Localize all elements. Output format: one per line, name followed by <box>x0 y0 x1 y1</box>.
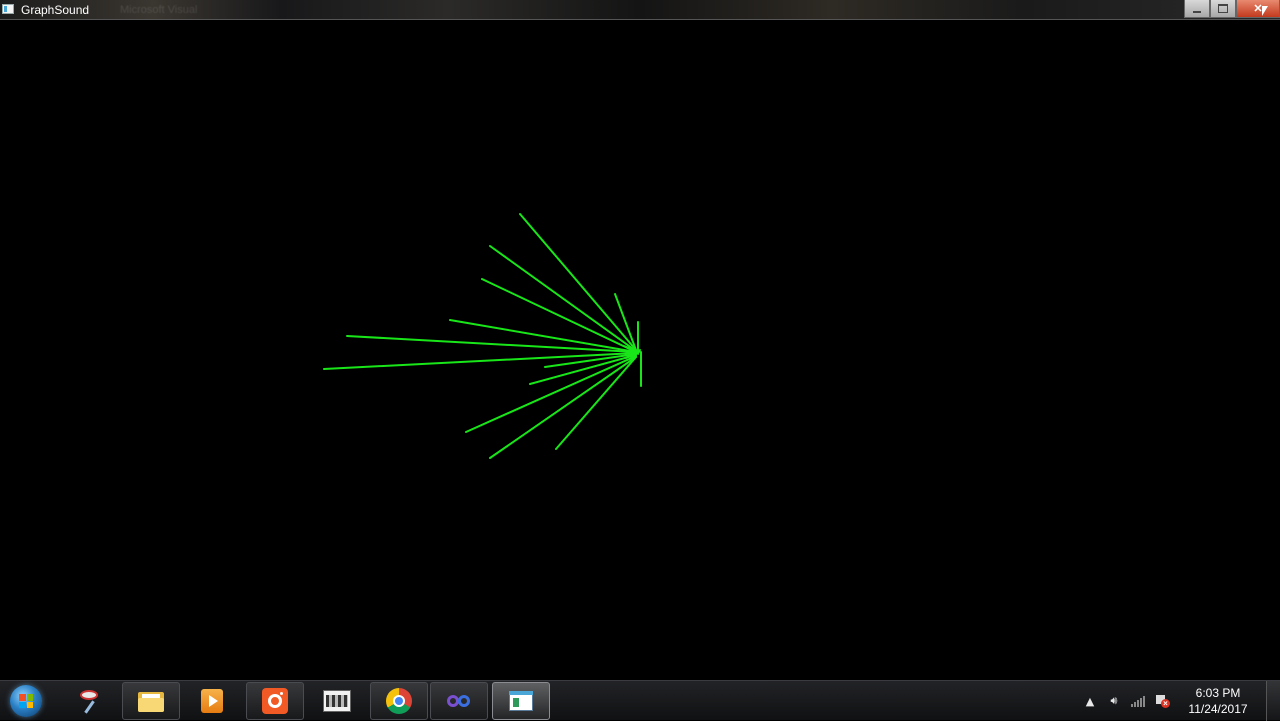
minimize-button[interactable] <box>1184 0 1210 18</box>
chrome-icon <box>384 686 414 716</box>
taskbar-item-file-explorer[interactable] <box>122 682 180 720</box>
sound-source-point <box>632 349 638 355</box>
clock-time: 6:03 PM <box>1195 686 1241 700</box>
maximize-button[interactable] <box>1210 0 1236 18</box>
background-window-title: Microsoft Visual <box>120 4 198 16</box>
taskbar: ▲ 🔊︎ × 6:03 PM 11/24/2017 <box>0 680 1280 721</box>
network-signal-icon[interactable] <box>1126 695 1150 707</box>
record-icon <box>260 686 290 716</box>
show-desktop-button[interactable] <box>1266 681 1280 721</box>
sound-ray <box>481 278 637 353</box>
sound-ray <box>614 293 637 351</box>
sound-ray <box>489 356 637 459</box>
action-center-flag-icon[interactable]: × <box>1150 693 1174 709</box>
title-bar[interactable]: GraphSound Microsoft Visual ✕ <box>0 0 1280 20</box>
minimize-icon <box>1193 10 1201 13</box>
media-player-icon <box>197 686 227 716</box>
sound-rays <box>323 213 642 459</box>
taskbar-item-snipping-tool[interactable] <box>60 682 118 720</box>
app-window-icon <box>506 686 536 716</box>
window-title: GraphSound <box>21 3 90 17</box>
taskbar-item-visual-studio[interactable] <box>430 682 488 720</box>
scissors-icon <box>74 686 104 716</box>
clock-date: 11/24/2017 <box>1188 702 1248 716</box>
close-button[interactable]: ✕ <box>1236 0 1280 18</box>
start-button[interactable] <box>6 681 46 721</box>
mouse-cursor-icon <box>1262 6 1268 16</box>
sound-ray <box>465 355 637 433</box>
folder-icon <box>136 686 166 716</box>
volume-icon[interactable]: 🔊︎ <box>1102 694 1126 708</box>
taskbar-item-chrome[interactable] <box>370 682 428 720</box>
visual-studio-icon <box>444 686 474 716</box>
taskbar-item-screen-recorder[interactable] <box>246 682 304 720</box>
sound-ray <box>519 213 637 351</box>
graphsound-window: GraphSound Microsoft Visual ✕ <box>0 0 1280 680</box>
windows-orb-icon <box>10 685 42 717</box>
taskbar-item-movie-maker[interactable] <box>308 682 366 720</box>
app-icon[interactable] <box>2 4 14 14</box>
show-hidden-icons-button[interactable]: ▲ <box>1078 695 1102 708</box>
sound-ray <box>489 245 637 352</box>
film-icon <box>322 686 352 716</box>
taskbar-clock[interactable]: 6:03 PM 11/24/2017 <box>1178 685 1258 717</box>
taskbar-item-graphsound[interactable] <box>492 682 550 720</box>
taskbar-item-media-player[interactable] <box>183 682 241 720</box>
maximize-icon <box>1218 4 1228 13</box>
system-tray: ▲ 🔊︎ × 6:03 PM 11/24/2017 <box>1078 681 1280 721</box>
sound-graph-canvas <box>323 213 642 459</box>
